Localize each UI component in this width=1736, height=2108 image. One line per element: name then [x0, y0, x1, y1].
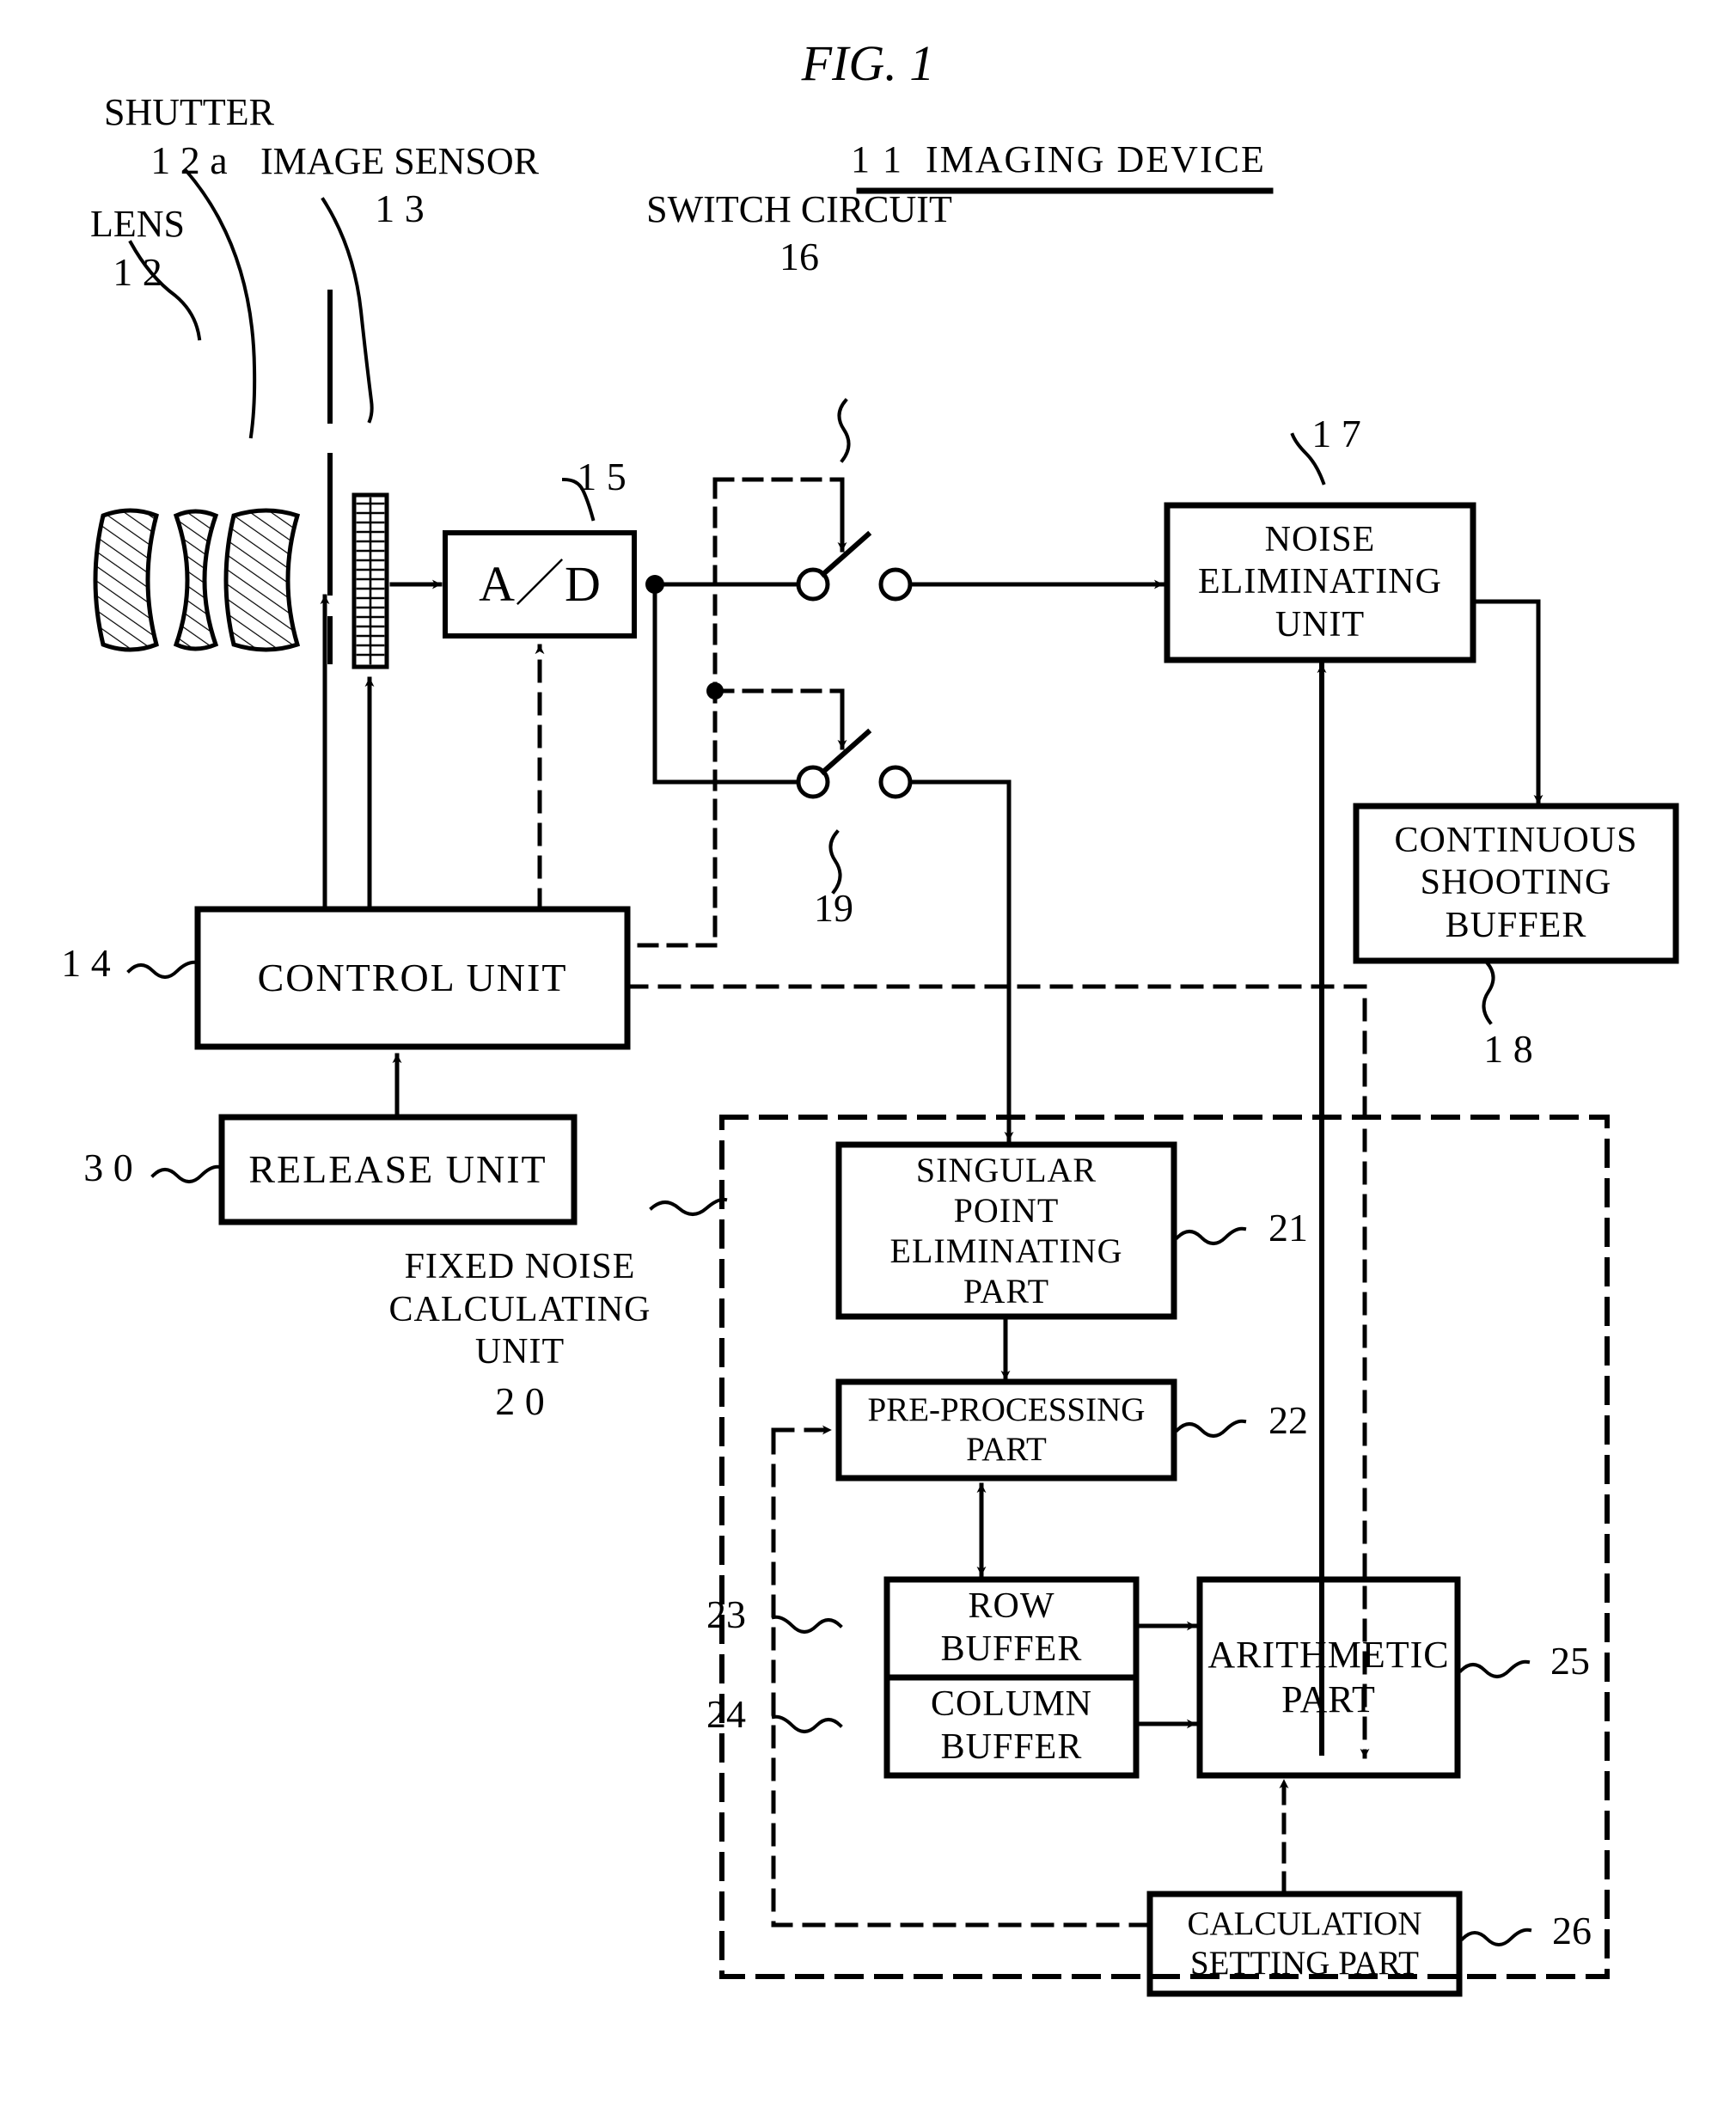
- arithmetic-part-box: [1196, 1576, 1461, 1779]
- noise-to-buffer-arrow: [1470, 599, 1543, 805]
- pre-processing-number: 22: [1268, 1398, 1308, 1442]
- column-buffer-number: 24: [706, 1692, 746, 1736]
- column-buffer-box: [883, 1674, 1140, 1779]
- pre-processing-box: [835, 1378, 1177, 1482]
- continuous-buffer-box: [1353, 803, 1679, 964]
- image-sensor-element: [351, 492, 389, 669]
- imaging-device-label: 1 1 IMAGING DEVICE: [851, 138, 1266, 180]
- ad-box: [443, 530, 637, 639]
- switch-circuit-label: SWITCH CIRCUIT: [646, 188, 952, 230]
- noise-eliminating-number: 1 7: [1311, 412, 1361, 455]
- image-sensor-number: 1 3: [375, 186, 425, 230]
- lens-assembly: [93, 508, 301, 652]
- fixed-noise-unit-number: 2 0: [495, 1379, 545, 1423]
- lens-number: 1 2: [113, 250, 162, 294]
- continuous-buffer-number: 1 8: [1483, 1027, 1533, 1071]
- switch19-to-singular-arrow: [908, 779, 1014, 1142]
- calculation-setting-number: 26: [1552, 1909, 1592, 1952]
- switch-19-number: 19: [814, 886, 853, 930]
- singular-point-box: [835, 1141, 1177, 1320]
- control-to-unit20-dashed: [625, 984, 1370, 1759]
- figure-title: FIG. 1: [801, 35, 935, 91]
- noise-eliminating-box: [1164, 502, 1476, 663]
- row-buffer-number: 23: [706, 1592, 746, 1636]
- release-unit-number: 3 0: [83, 1146, 133, 1189]
- shutter-label: SHUTTER: [104, 91, 274, 133]
- switch-19: [706, 682, 913, 799]
- arithmetic-part-number: 25: [1550, 1639, 1590, 1683]
- image-sensor-label: IMAGE SENSOR: [260, 140, 539, 182]
- control-unit-box: [194, 906, 631, 1050]
- switch-16: [625, 477, 913, 948]
- fixed-noise-unit-label: FIXED NOISE CALCULATING UNIT: [388, 1247, 651, 1372]
- fixed-noise-unit-boundary: [719, 1115, 1610, 1979]
- singular-point-number: 21: [1268, 1206, 1308, 1250]
- row-buffer-box: [883, 1576, 1140, 1681]
- ad-number: 1 5: [577, 455, 627, 498]
- switch-circuit-number: 16: [779, 235, 819, 278]
- control-unit-number: 1 4: [61, 941, 111, 985]
- lens-label: LENS: [90, 203, 185, 245]
- release-unit-box: [218, 1114, 578, 1225]
